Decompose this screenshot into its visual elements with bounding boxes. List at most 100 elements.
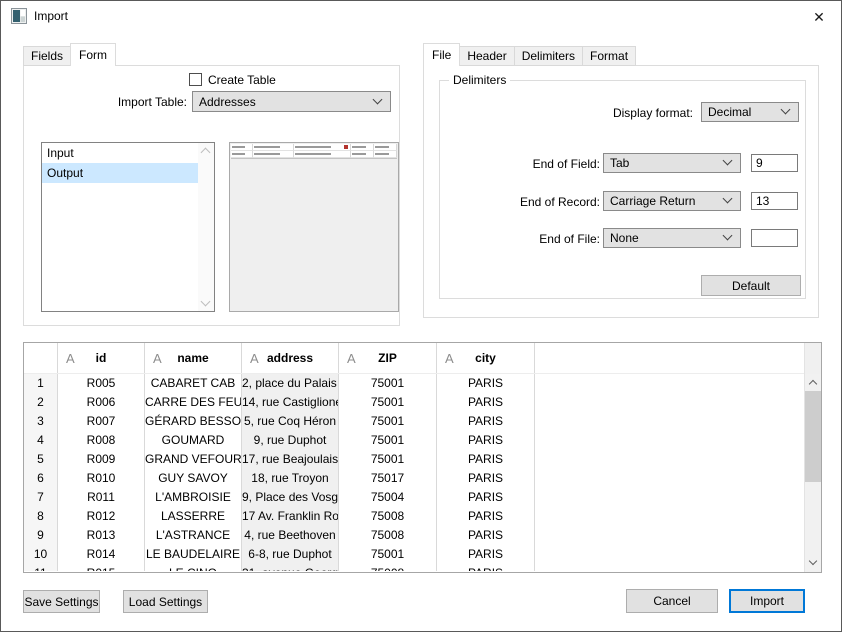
table-cell: 9, rue Duphot — [242, 431, 339, 450]
data-preview-table: AidAnameAaddressAZIPAcity 1R005CABARET C… — [23, 342, 822, 573]
default-button[interactable]: Default — [701, 275, 801, 296]
mini-cell — [231, 151, 253, 158]
row-number: 6 — [24, 469, 58, 488]
end-of-field-code-input[interactable] — [751, 154, 798, 172]
table-cell: L'AMBROISIE — [145, 488, 242, 507]
table-cell: L'ASTRANCE — [145, 526, 242, 545]
table-row: 9R013L'ASTRANCE4, rue Beethoven75008PARI… — [24, 526, 804, 545]
table-cell: R014 — [58, 545, 145, 564]
load-settings-button[interactable]: Load Settings — [123, 590, 208, 613]
mini-cell — [374, 151, 397, 158]
display-format-label: Display format: — [440, 106, 693, 120]
table-cell: R010 — [58, 469, 145, 488]
table-scrollbar[interactable] — [804, 343, 821, 572]
table-cell: CABARET CAB — [145, 374, 242, 393]
cancel-button[interactable]: Cancel — [626, 589, 718, 613]
import-dialog: Import ✕ FieldsForm Create Table Import … — [0, 0, 842, 632]
column-header-name[interactable]: Aname — [145, 343, 242, 373]
delimiters-group-title: Delimiters — [449, 73, 510, 87]
table-cell: 18, rue Troyon — [242, 469, 339, 488]
listbox-scrollbar[interactable] — [198, 143, 214, 311]
table-cell: PARIS — [437, 431, 535, 450]
tab-form[interactable]: Form — [70, 43, 116, 66]
tab-file[interactable]: File — [423, 43, 460, 66]
table-cell: 5, rue Coq Héron — [242, 412, 339, 431]
display-format-value: Decimal — [708, 105, 751, 119]
table-cell: R007 — [58, 412, 145, 431]
mini-cell — [253, 151, 295, 158]
header-filler — [535, 343, 804, 373]
scrollbar-thumb[interactable] — [805, 391, 821, 482]
end-of-file-select[interactable]: None — [603, 228, 741, 248]
row-number: 8 — [24, 507, 58, 526]
table-cell: 75008 — [339, 507, 437, 526]
column-label: city — [475, 351, 496, 365]
mini-cell — [231, 144, 253, 151]
end-of-file-label: End of File: — [440, 232, 600, 246]
table-row: 6R010GUY SAVOY18, rue Troyon75017PARIS — [24, 469, 804, 488]
table-cell: PARIS — [437, 507, 535, 526]
tab-delimiters[interactable]: Delimiters — [514, 46, 583, 66]
table-cell: LE BAUDELAIRE — [145, 545, 242, 564]
table-row: 5R009GRAND VEFOUR17, rue Beajoulais75001… — [24, 450, 804, 469]
tab-format[interactable]: Format — [582, 46, 636, 66]
column-header-address[interactable]: Aaddress — [242, 343, 339, 373]
end-of-record-label: End of Record: — [440, 195, 600, 209]
table-row: 2R006CARRE DES FEUILL...14, rue Castigli… — [24, 393, 804, 412]
import-table-label: Import Table: — [24, 95, 187, 109]
table-cell: PARIS — [437, 488, 535, 507]
chevron-down-icon — [723, 231, 733, 241]
table-cell: 75001 — [339, 412, 437, 431]
row-filler — [535, 393, 804, 412]
table-cell: R005 — [58, 374, 145, 393]
table-cell: LASSERRE — [145, 507, 242, 526]
table-cell: PARIS — [437, 564, 535, 571]
table-cell: R015 — [58, 564, 145, 571]
scroll-down-icon[interactable] — [201, 297, 211, 307]
close-icon[interactable]: ✕ — [807, 6, 831, 28]
corner-cell — [24, 343, 58, 373]
end-of-record-value: Carriage Return — [610, 194, 695, 208]
column-header-city[interactable]: Acity — [437, 343, 535, 373]
row-number: 2 — [24, 393, 58, 412]
list-item-output[interactable]: Output — [42, 163, 198, 183]
end-of-record-select[interactable]: Carriage Return — [603, 191, 741, 211]
import-button[interactable]: Import — [729, 589, 805, 613]
table-row: 8R012LASSERRE17 Av. Franklin Roo...75008… — [24, 507, 804, 526]
list-item-input[interactable]: Input — [42, 143, 198, 163]
scroll-up-icon[interactable] — [201, 148, 211, 158]
row-filler — [535, 450, 804, 469]
scroll-up-icon[interactable] — [805, 374, 821, 391]
import-table-value: Addresses — [199, 95, 256, 109]
chevron-down-icon — [723, 194, 733, 204]
row-number: 4 — [24, 431, 58, 450]
create-table-checkbox[interactable] — [189, 73, 202, 86]
io-listbox: InputOutput — [41, 142, 215, 312]
column-header-id[interactable]: Aid — [58, 343, 145, 373]
table-cell: PARIS — [437, 393, 535, 412]
chevron-down-icon — [723, 156, 733, 166]
mini-cell — [351, 151, 374, 158]
form-panel: Create Table Import Table: Addresses Inp… — [23, 65, 400, 326]
row-filler — [535, 374, 804, 393]
column-header-zip[interactable]: AZIP — [339, 343, 437, 373]
end-of-file-code-input[interactable] — [751, 229, 798, 247]
save-settings-button[interactable]: Save Settings — [23, 590, 100, 613]
table-cell: PARIS — [437, 412, 535, 431]
delimiters-group: Delimiters Display format: Decimal End o… — [439, 80, 806, 299]
text-type-icon: A — [153, 351, 162, 366]
display-format-select[interactable]: Decimal — [701, 102, 799, 122]
tab-fields[interactable]: Fields — [23, 46, 71, 66]
chevron-down-icon — [373, 94, 383, 104]
table-cell: 75001 — [339, 545, 437, 564]
table-cell: R011 — [58, 488, 145, 507]
import-table-select[interactable]: Addresses — [192, 91, 391, 112]
mini-cell — [294, 144, 350, 151]
end-of-field-select[interactable]: Tab — [603, 153, 741, 173]
tab-header[interactable]: Header — [459, 46, 514, 66]
table-row: 7R011L'AMBROISIE9, Place des Vosges75004… — [24, 488, 804, 507]
scroll-down-icon[interactable] — [805, 555, 821, 572]
end-of-record-code-input[interactable] — [751, 192, 798, 210]
scrollbar-cap — [805, 343, 821, 374]
end-of-file-value: None — [610, 231, 639, 245]
